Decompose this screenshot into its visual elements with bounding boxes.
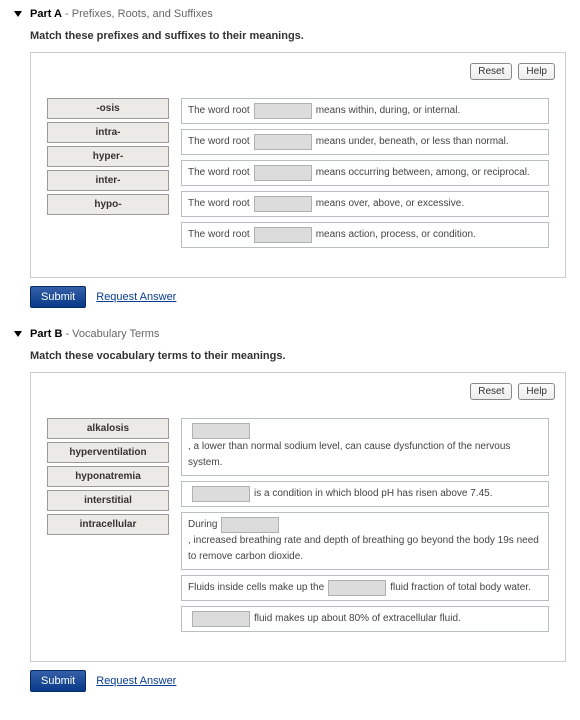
drop-zone[interactable]: [254, 103, 312, 119]
target-row: The word root means action, process, or …: [181, 222, 549, 248]
drop-zone[interactable]: [254, 165, 312, 181]
target-row: Fluids inside cells make up the fluid fr…: [181, 575, 549, 601]
drop-zone[interactable]: [192, 423, 250, 439]
target-row: fluid makes up about 80% of extracellula…: [181, 606, 549, 632]
term-item[interactable]: hyperventilation: [47, 442, 169, 463]
help-button[interactable]: Help: [518, 63, 555, 80]
drop-zone[interactable]: [254, 227, 312, 243]
target-row: The word root means over, above, or exce…: [181, 191, 549, 217]
term-item[interactable]: hyponatremia: [47, 466, 169, 487]
term-item[interactable]: interstitial: [47, 490, 169, 511]
drop-zone[interactable]: [192, 486, 250, 502]
term-item[interactable]: hyper-: [47, 146, 169, 167]
request-answer-link[interactable]: Request Answer: [96, 291, 176, 303]
target-row: The word root means occurring between, a…: [181, 160, 549, 186]
term-item[interactable]: intracellular: [47, 514, 169, 535]
part-a-title: Part A - Prefixes, Roots, and Suffixes: [30, 8, 213, 20]
target-row: The word root means under, beneath, or l…: [181, 129, 549, 155]
term-item[interactable]: -osis: [47, 98, 169, 119]
part-b-header[interactable]: Part B - Vocabulary Terms: [14, 328, 566, 340]
reset-button[interactable]: Reset: [470, 383, 512, 400]
term-item[interactable]: intra-: [47, 122, 169, 143]
terms-column: -osis intra- hyper- inter- hypo-: [47, 98, 169, 253]
collapse-icon: [14, 11, 22, 17]
target-row: is a condition in which blood pH has ris…: [181, 481, 549, 507]
part-a: Part A - Prefixes, Roots, and Suffixes M…: [14, 8, 566, 308]
part-b-title: Part B - Vocabulary Terms: [30, 328, 159, 340]
reset-button[interactable]: Reset: [470, 63, 512, 80]
drop-zone[interactable]: [328, 580, 386, 596]
drop-zone[interactable]: [254, 196, 312, 212]
part-a-header[interactable]: Part A - Prefixes, Roots, and Suffixes: [14, 8, 566, 20]
part-a-panel: Reset Help -osis intra- hyper- inter- hy…: [30, 52, 566, 278]
collapse-icon: [14, 331, 22, 337]
term-item[interactable]: inter-: [47, 170, 169, 191]
target-row: During , increased breathing rate and de…: [181, 512, 549, 570]
targets-column: The word root means within, during, or i…: [181, 98, 549, 253]
drop-zone[interactable]: [254, 134, 312, 150]
term-item[interactable]: hypo-: [47, 194, 169, 215]
request-answer-link[interactable]: Request Answer: [96, 675, 176, 687]
part-a-instructions: Match these prefixes and suffixes to the…: [30, 30, 566, 42]
target-row: , a lower than normal sodium level, can …: [181, 418, 549, 476]
part-b-panel: Reset Help alkalosis hyperventilation hy…: [30, 372, 566, 662]
submit-button[interactable]: Submit: [30, 286, 86, 308]
part-b: Part B - Vocabulary Terms Match these vo…: [14, 328, 566, 692]
drop-zone[interactable]: [221, 517, 279, 533]
term-item[interactable]: alkalosis: [47, 418, 169, 439]
target-row: The word root means within, during, or i…: [181, 98, 549, 124]
help-button[interactable]: Help: [518, 383, 555, 400]
targets-column: , a lower than normal sodium level, can …: [181, 418, 549, 637]
drop-zone[interactable]: [192, 611, 250, 627]
submit-button[interactable]: Submit: [30, 670, 86, 692]
terms-column: alkalosis hyperventilation hyponatremia …: [47, 418, 169, 637]
part-b-instructions: Match these vocabulary terms to their me…: [30, 350, 566, 362]
